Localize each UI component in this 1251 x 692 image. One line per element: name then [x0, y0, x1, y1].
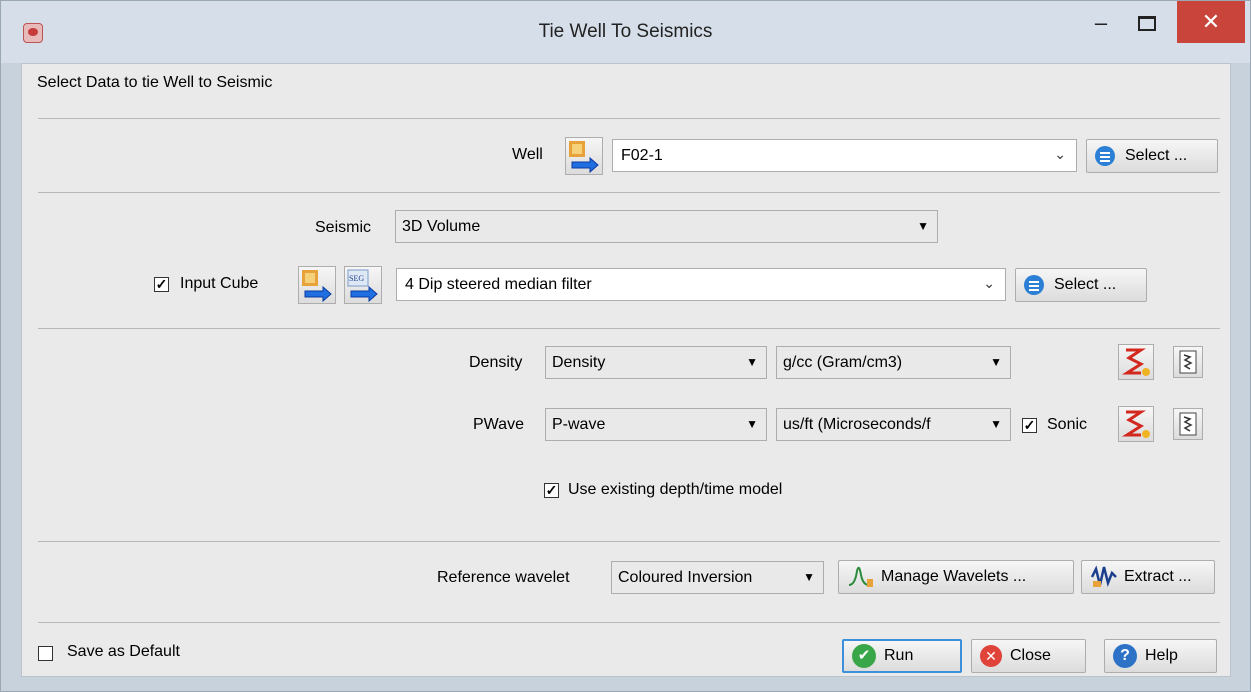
minimize-icon: – — [1094, 10, 1108, 35]
run-button[interactable]: ✔ Run — [842, 639, 962, 673]
import-well-icon — [569, 141, 599, 174]
save-default-label[interactable]: Save as Default — [67, 643, 180, 661]
checkmark-icon: ✓ — [155, 276, 168, 292]
separator — [38, 622, 1220, 623]
reference-wavelet-combobox[interactable]: Coloured Inversion ▼ — [611, 561, 824, 594]
extract-wavelet-icon — [1090, 565, 1117, 588]
seismic-label: Seismic — [315, 219, 372, 236]
segy-import-button[interactable]: SEG — [344, 266, 382, 304]
separator — [38, 328, 1220, 329]
import-cube-icon — [302, 270, 332, 303]
pwave-label: PWave — [473, 416, 524, 433]
pwave-log-value: P-wave — [552, 416, 606, 433]
input-cube-label[interactable]: Input Cube — [180, 275, 258, 293]
pwave-log-tool-button[interactable] — [1173, 408, 1203, 440]
cube-import-button[interactable] — [298, 266, 336, 304]
help-label: Help — [1145, 647, 1178, 664]
pwave-log-combobox[interactable]: P-wave ▼ — [545, 408, 767, 441]
separator — [38, 192, 1220, 193]
check-icon: ✔ — [852, 644, 876, 668]
density-log-combobox[interactable]: Density ▼ — [545, 346, 767, 379]
close-window-button[interactable]: ✕ — [1177, 1, 1245, 43]
list-icon — [1095, 146, 1115, 166]
log-document-icon — [1179, 350, 1197, 374]
chevron-down-icon: ⌄ — [983, 275, 995, 291]
use-existing-model-checkbox[interactable]: ✓ — [544, 483, 559, 498]
close-icon: ✕ — [1201, 9, 1221, 34]
separator — [38, 541, 1220, 542]
well-value: F02-1 — [621, 147, 663, 164]
density-create-log-button[interactable] — [1118, 344, 1154, 380]
log-document-icon — [1179, 412, 1197, 436]
cube-select-label: Select ... — [1054, 276, 1117, 293]
pwave-create-log-button[interactable] — [1118, 406, 1154, 442]
close-circle-icon: ✕ — [980, 645, 1002, 667]
well-import-button[interactable] — [565, 137, 603, 175]
dialog-window: Tie Well To Seismics – ✕ Select Data to … — [0, 0, 1251, 692]
segy-icon: SEG — [347, 269, 378, 303]
density-label: Density — [469, 354, 523, 371]
manage-wavelets-label: Manage Wavelets ... — [881, 568, 1027, 585]
minimize-button[interactable]: – — [1079, 1, 1123, 45]
maximize-icon — [1138, 15, 1156, 31]
save-default-checkbox[interactable] — [38, 646, 53, 661]
manage-wavelets-button[interactable]: Manage Wavelets ... — [838, 560, 1074, 594]
sonic-checkbox[interactable]: ✓ — [1022, 418, 1037, 433]
use-existing-model-label[interactable]: Use existing depth/time model — [568, 481, 782, 499]
wavelet-icon — [848, 566, 873, 587]
reference-wavelet-value: Coloured Inversion — [618, 569, 753, 586]
dropdown-arrow-icon: ▼ — [746, 417, 758, 431]
density-unit-combobox[interactable]: g/cc (Gram/cm3) ▼ — [776, 346, 1011, 379]
pwave-unit-value: us/ft (Microseconds/f — [783, 416, 931, 433]
dropdown-arrow-icon: ▼ — [990, 417, 1002, 431]
well-select-label: Select ... — [1125, 147, 1188, 164]
reference-wavelet-label: Reference wavelet — [437, 569, 570, 586]
seismic-value: 3D Volume — [402, 218, 481, 235]
list-icon — [1024, 275, 1044, 295]
input-cube-combobox[interactable]: 4 Dip steered median filter ⌄ — [396, 268, 1006, 301]
well-combobox[interactable]: F02-1 ⌄ — [612, 139, 1077, 172]
dropdown-arrow-icon: ▼ — [746, 355, 758, 369]
well-label: Well — [512, 146, 543, 163]
density-log-value: Density — [552, 354, 606, 371]
checkmark-icon: ✓ — [1023, 417, 1036, 433]
dropdown-arrow-icon: ▼ — [803, 570, 815, 584]
input-cube-value: 4 Dip steered median filter — [405, 276, 592, 293]
run-label: Run — [884, 647, 914, 664]
input-cube-checkbox[interactable]: ✓ — [154, 277, 169, 292]
create-log-icon — [1121, 348, 1150, 376]
close-label: Close — [1010, 647, 1051, 664]
density-log-tool-button[interactable] — [1173, 346, 1203, 378]
cube-select-button[interactable]: Select ... — [1015, 268, 1147, 302]
help-icon: ? — [1113, 644, 1137, 668]
segy-text: SEG — [349, 274, 364, 283]
maximize-button[interactable] — [1125, 1, 1169, 45]
dropdown-arrow-icon: ▼ — [917, 219, 929, 233]
create-log-icon — [1121, 410, 1150, 438]
separator — [38, 118, 1220, 119]
header-text: Select Data to tie Well to Seismic — [37, 74, 273, 91]
density-unit-value: g/cc (Gram/cm3) — [783, 354, 903, 371]
checkmark-icon: ✓ — [545, 482, 558, 498]
well-select-button[interactable]: Select ... — [1086, 139, 1218, 173]
help-button[interactable]: ? Help — [1104, 639, 1217, 673]
chevron-down-icon: ⌄ — [1054, 146, 1066, 162]
pwave-unit-combobox[interactable]: us/ft (Microseconds/f ▼ — [776, 408, 1011, 441]
sonic-label[interactable]: Sonic — [1047, 416, 1087, 434]
title-bar: Tie Well To Seismics – ✕ — [1, 1, 1250, 63]
window-title: Tie Well To Seismics — [538, 21, 713, 42]
seismic-combobox[interactable]: 3D Volume ▼ — [395, 210, 938, 243]
extract-button[interactable]: Extract ... — [1081, 560, 1215, 594]
extract-label: Extract ... — [1124, 568, 1192, 585]
dropdown-arrow-icon: ▼ — [990, 355, 1002, 369]
close-button[interactable]: ✕ Close — [971, 639, 1086, 673]
dialog-content: Select Data to tie Well to Seismic Well … — [21, 63, 1231, 677]
